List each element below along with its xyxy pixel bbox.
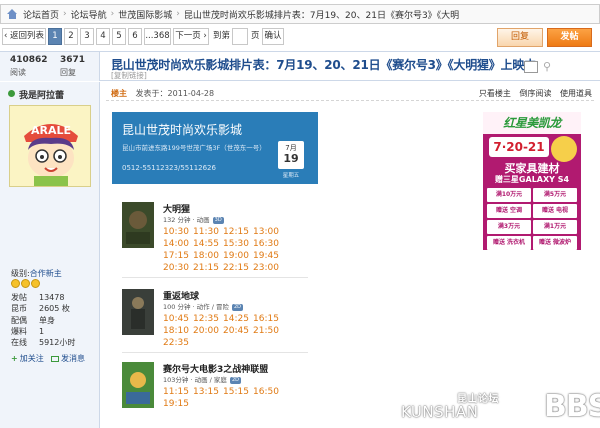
movie-poster	[122, 202, 154, 248]
watermark-bbs: BBS	[544, 389, 600, 424]
next-page-button[interactable]: 下一页 ›	[173, 28, 209, 45]
divider	[122, 277, 308, 278]
cinema-header: 昆山世茂时尚欢乐影城 昆山市前进东路199号世茂广场3F（世茂东一号） 0512…	[112, 112, 318, 184]
plus-icon: +	[11, 354, 18, 363]
replies-label: 回复	[60, 68, 76, 77]
schedule-image: 昆山世茂时尚欢乐影城 昆山市前进东路199号世茂广场3F（世茂东一号） 0512…	[112, 112, 318, 428]
movie-poster	[122, 289, 154, 335]
breadcrumb-separator: ›	[63, 9, 67, 19]
ad-brand: 红星美凯龙	[483, 112, 581, 134]
only-owner-link[interactable]: 只看楼主	[479, 89, 511, 98]
ad-offers: 满10万元 满5万元 赠送 空调 赠送 电视 满3万元 满1万元 赠送 洗衣机 赠送 微…	[487, 188, 577, 250]
breadcrumb-thread[interactable]: 昆山世茂时尚欢乐影城排片表：7月19、20、21日《赛尔号3》《大明	[184, 8, 459, 21]
movie-meta: 132 分钟 · 动画 3D	[163, 216, 224, 224]
mail-icon	[51, 355, 59, 362]
cinema-phone: 0512-55112323/55112626	[122, 164, 216, 172]
author-level: 级别:合作新主	[11, 269, 62, 278]
views-label: 阅读	[10, 68, 26, 77]
page-unit-label: 页	[251, 31, 260, 41]
page-2-button[interactable]: 2	[64, 28, 78, 45]
breadcrumb-separator: ›	[110, 9, 115, 19]
reply-button[interactable]: 回复	[497, 28, 543, 47]
showtimes: 10:30 11:30 12:15 13:00 14:00 14:55 15:30 16:3…	[163, 227, 279, 273]
post-date: 发表于：2011-04-28	[135, 89, 215, 98]
link-icon[interactable]: ⚲	[543, 60, 551, 73]
back-to-list-button[interactable]: ‹ 返回列表	[2, 28, 46, 45]
calendar-icon: 7月 19	[278, 141, 304, 169]
breadcrumb-forum-nav[interactable]: 论坛导航	[71, 8, 107, 21]
page-3-button[interactable]: 3	[80, 28, 94, 45]
watermark-en: KUNSHAN	[401, 403, 479, 421]
movie-meta: 103分钟 · 动画 / 家庭 2D	[163, 376, 241, 384]
goto-confirm-button[interactable]: 确认	[262, 28, 284, 45]
send-message-button[interactable]: 发消息	[51, 353, 85, 364]
cinema-name: 昆山世茂时尚欢乐影城	[122, 123, 243, 137]
author-info: 发帖 13478 昆币 2605 枚 配偶 单身 爆料 1 在线 5912小时	[11, 293, 76, 348]
svg-text:ARALE: ARALE	[31, 124, 71, 137]
select-checkbox[interactable]	[524, 61, 538, 73]
advertisement[interactable]: 红星美凯龙 7·20-21 买家具建材 赠三星GALAXY S4 满10万元 满5…	[483, 112, 581, 250]
weekday-label: 星期五	[282, 173, 300, 179]
home-icon[interactable]	[7, 9, 18, 19]
page-6-button[interactable]: 6	[128, 28, 142, 45]
page-last-button[interactable]: ...368	[144, 28, 171, 45]
replies-count: 3671	[60, 55, 86, 65]
views-count: 410862	[10, 55, 48, 65]
post-meta: 楼主 发表于：2011-04-28	[111, 88, 214, 99]
thread-title[interactable]: 昆山世茂时尚欢乐影城排片表：7月19、20、21日《赛尔号3》《大明猩》上映中	[111, 56, 536, 73]
ad-picture	[551, 136, 577, 162]
follow-button[interactable]: + 加关注	[11, 353, 44, 364]
smiley-icon	[11, 279, 20, 288]
reverse-order-link[interactable]: 倒序阅读	[519, 89, 551, 98]
page-5-button[interactable]: 5	[112, 28, 126, 45]
goto-label: 到第	[213, 31, 231, 41]
smiley-icon	[31, 279, 40, 288]
breadcrumb-home[interactable]: 论坛首页	[23, 8, 59, 21]
thread-stats: 410862 阅读 3671 回复	[0, 52, 100, 81]
movie-poster	[122, 362, 154, 408]
movie-meta: 100 分钟 · 动作 / 冒险 2D	[163, 303, 244, 311]
thread-header: 410862 阅读 3671 回复 昆山世茂时尚欢乐影城排片表：7月19、20、…	[0, 51, 600, 81]
ad-date: 7·20-21	[489, 137, 549, 157]
cinema-address: 昆山市前进东路199号世茂广场3F（世茂东一号）	[122, 144, 266, 152]
use-item-link[interactable]: 使用道具	[560, 89, 592, 98]
ad-subline: 赠三星GALAXY S4	[494, 175, 570, 184]
smiley-icon	[21, 279, 30, 288]
page-1-button[interactable]: 1	[48, 28, 62, 45]
author-panel: 我是阿拉蕾 ARALE 级别:合作新主 发帖 13478 昆币 2605 枚 配偶单…	[0, 82, 100, 428]
new-post-button[interactable]: 发帖	[547, 28, 592, 47]
breadcrumb: 论坛首页 › 论坛导航 › 世茂国际影城 › 昆山世茂时尚欢乐影城排片表：7月1…	[0, 4, 600, 24]
breadcrumb-board[interactable]: 世茂国际影城	[118, 8, 172, 21]
copy-link[interactable]: [复制链接]	[111, 70, 147, 81]
rank-smileys	[11, 279, 41, 291]
watermark: 昆山论坛 KUNSHAN BBS	[401, 389, 600, 424]
divider	[106, 100, 594, 101]
breadcrumb-separator: ›	[176, 9, 180, 19]
author-name[interactable]: 我是阿拉蕾	[19, 88, 64, 101]
owner-badge: 楼主	[111, 89, 127, 98]
divider	[122, 352, 308, 353]
goto-page-input[interactable]	[232, 28, 248, 45]
avatar[interactable]: ARALE	[9, 105, 91, 187]
showtimes: 11:15 13:15 15:15 16:50 19:15	[163, 387, 279, 409]
page-4-button[interactable]: 4	[96, 28, 110, 45]
online-status-icon	[8, 90, 15, 97]
showtimes: 10:45 12:35 14:25 16:15 18:10 20:00 20:45 21:5…	[163, 314, 279, 348]
post-tools: 只看楼主 倒序阅读 使用道具	[473, 88, 592, 99]
